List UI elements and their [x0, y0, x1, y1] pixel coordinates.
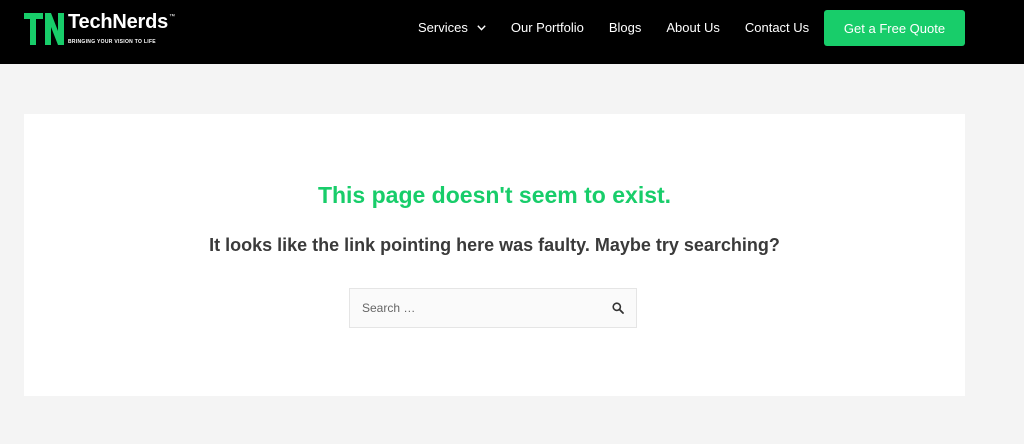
search-input[interactable]	[350, 289, 600, 327]
technerds-logo-mark-icon	[24, 13, 64, 45]
search-submit-button[interactable]	[608, 298, 628, 318]
site-logo[interactable]: TechNerds™ BRINGING YOUR VISION TO LIFE	[24, 12, 175, 46]
logo-text: TechNerds™ BRINGING YOUR VISION TO LIFE	[68, 12, 175, 46]
site-header: TechNerds™ BRINGING YOUR VISION TO LIFE …	[0, 0, 1024, 64]
page-title: This page doesn't seem to exist.	[317, 182, 672, 208]
nav-item-about-us[interactable]: About Us	[666, 18, 719, 38]
not-found-message: It looks like the link pointing here was…	[209, 235, 780, 255]
search-form	[349, 288, 637, 328]
nav-item-our-portfolio[interactable]: Our Portfolio	[511, 18, 584, 38]
nav-item-label: Services	[418, 20, 468, 35]
trademark-symbol: ™	[169, 14, 175, 20]
nav-item-services[interactable]: Services	[418, 18, 486, 38]
search-icon	[612, 302, 624, 314]
nav-item-contact-us[interactable]: Contact Us	[745, 18, 809, 38]
not-found-card: This page doesn't seem to exist. It look…	[24, 114, 965, 396]
logo-name: TechNerds™	[68, 11, 175, 33]
logo-tagline: BRINGING YOUR VISION TO LIFE	[68, 39, 156, 45]
chevron-down-icon	[477, 25, 486, 31]
get-free-quote-button[interactable]: Get a Free Quote	[824, 10, 965, 46]
main-navigation: Services Our Portfolio Blogs About Us Co…	[418, 18, 809, 38]
nav-item-blogs[interactable]: Blogs	[609, 18, 642, 38]
